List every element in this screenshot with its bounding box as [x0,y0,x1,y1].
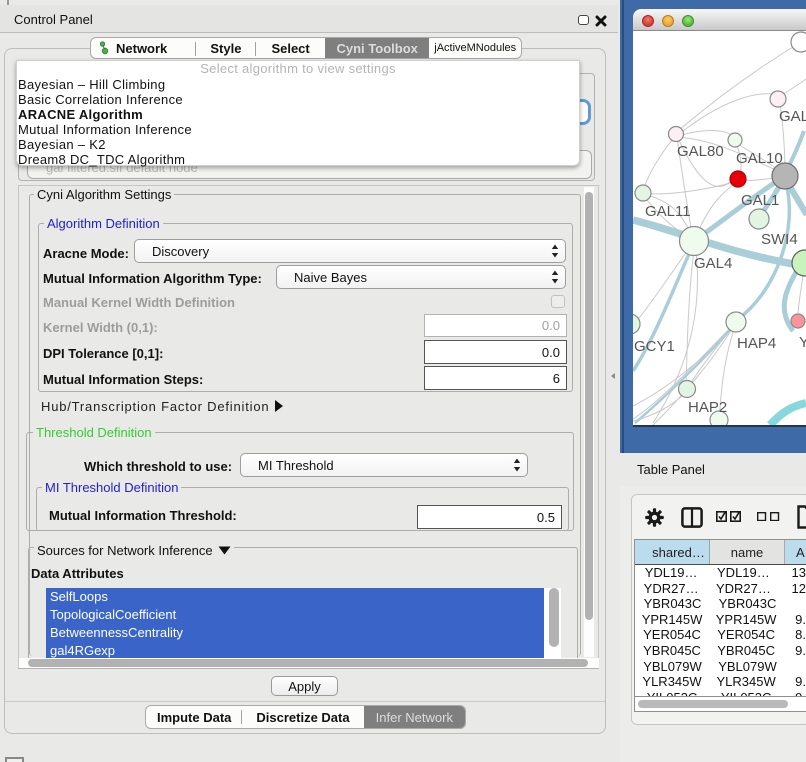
svg-text:HAP2: HAP2 [688,399,727,416]
svg-text:GAL11: GAL11 [645,203,691,220]
svg-text:GAL7: GAL7 [779,108,806,125]
svg-text:GAL10: GAL10 [736,150,783,167]
svg-text:GAL4: GAL4 [694,255,732,272]
svg-text:Y: Y [799,334,806,351]
svg-text:GCY1: GCY1 [634,338,675,355]
svg-text:GAL80: GAL80 [677,143,724,160]
svg-text:HAP4: HAP4 [737,335,776,352]
svg-text:GAL1: GAL1 [741,192,779,209]
svg-text:SWI4: SWI4 [761,231,798,248]
